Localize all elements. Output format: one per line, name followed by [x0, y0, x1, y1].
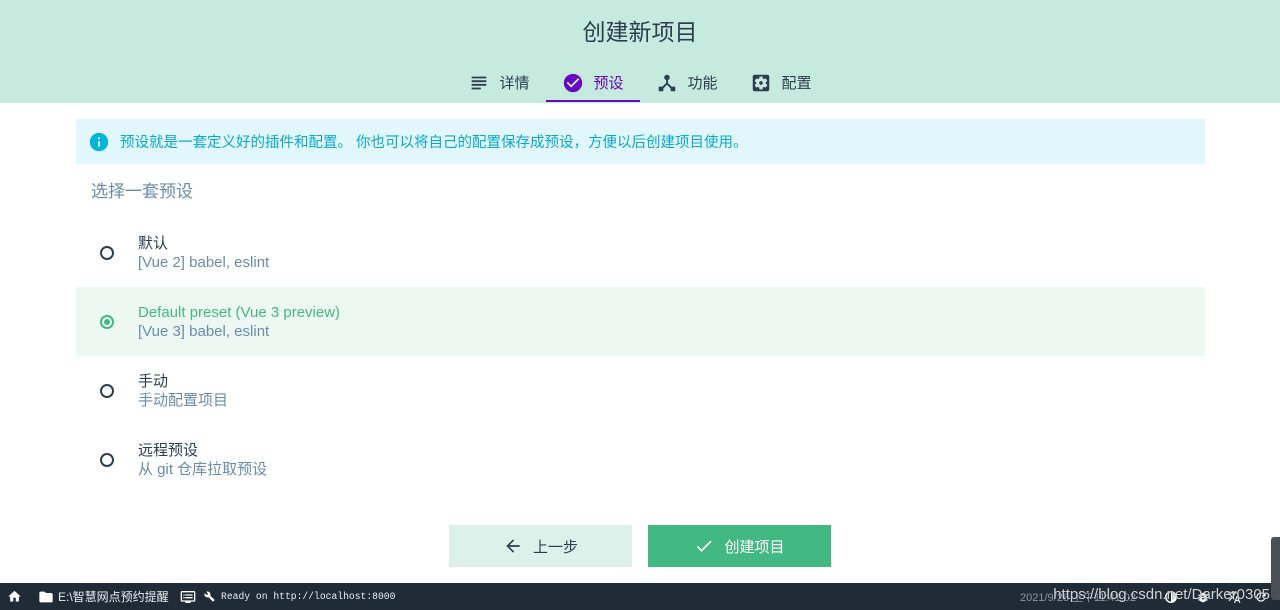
preset-title: 默认 [138, 234, 169, 252]
create-project-button-label: 创建项目 [724, 538, 785, 556]
radio-button[interactable] [100, 245, 114, 260]
status-datetime: 2021/9/28 上午11:41:02 [1020, 591, 1136, 604]
console-icon[interactable] [180, 583, 196, 610]
header: 创建新项目 详情 预设 功能 配置 [0, 0, 1280, 103]
status-bar: E:\智慧网点预约提醒 Ready on http://localhost:80… [0, 583, 1280, 610]
preset-title: Default preset (Vue 3 preview) [138, 303, 341, 321]
tab-label: 功能 [687, 75, 718, 92]
info-banner: 预设就是一套定义好的插件和配置。 你也可以将自己的配置保存成预设，方便以后创建项… [76, 119, 1205, 164]
refresh-icon[interactable] [1254, 583, 1268, 610]
preset-description: [Vue 3] babel, eslint [138, 322, 270, 340]
project-folder-path[interactable]: E:\智慧网点预约提醒 [58, 583, 169, 610]
preset-option-vue3[interactable]: Default preset (Vue 3 preview) [Vue 3] b… [76, 287, 1205, 356]
tab-config[interactable]: 配置 [734, 62, 828, 103]
preset-text: 默认 [Vue 2] babel, eslint [138, 234, 269, 272]
preset-title: 手动 [138, 372, 169, 390]
radio-button[interactable] [100, 383, 114, 398]
preset-description: 手动配置项目 [138, 391, 229, 409]
preset-description: [Vue 2] babel, eslint [138, 253, 270, 271]
subject-icon [468, 72, 490, 94]
preset-title: 远程预设 [138, 441, 199, 459]
tab-presets[interactable]: 预设 [546, 62, 640, 103]
settings-applications-icon [750, 72, 772, 94]
folder-icon[interactable] [38, 583, 54, 610]
arrow-back-icon [503, 536, 523, 556]
preset-description: 从 git 仓库拉取预设 [138, 460, 268, 478]
preset-option-manual[interactable]: 手动 手动配置项目 [76, 356, 1205, 425]
scrollbar-handle[interactable] [1271, 537, 1280, 600]
home-icon[interactable] [7, 583, 22, 610]
preset-list: 默认 [Vue 2] babel, eslint Default preset … [76, 218, 1205, 494]
wrench-icon [204, 583, 215, 610]
step-tabs: 详情 预设 功能 配置 [452, 62, 828, 103]
radio-button[interactable] [100, 452, 114, 467]
back-button[interactable]: 上一步 [449, 525, 632, 567]
preset-option-default[interactable]: 默认 [Vue 2] babel, eslint [76, 218, 1205, 287]
device-hub-icon [656, 72, 678, 94]
preset-text: 手动 手动配置项目 [138, 372, 228, 410]
preset-text: 远程预设 从 git 仓库拉取预设 [138, 441, 267, 479]
check-circle-icon [562, 72, 584, 94]
tab-label: 详情 [499, 75, 530, 92]
create-project-button[interactable]: 创建项目 [648, 525, 831, 567]
page-title: 创建新项目 [582, 19, 698, 45]
check-icon [694, 536, 714, 556]
back-button-label: 上一步 [532, 538, 578, 556]
info-text: 预设就是一套定义好的插件和配置。 你也可以将自己的配置保存成预设，方便以后创建项… [120, 135, 748, 151]
radio-button[interactable] [100, 314, 114, 329]
preset-option-remote[interactable]: 远程预设 从 git 仓库拉取预设 [76, 425, 1205, 494]
tab-details[interactable]: 详情 [452, 62, 546, 103]
last-log-message[interactable]: Ready on http://localhost:8000 [221, 583, 395, 610]
translate-icon[interactable] [1227, 583, 1241, 610]
tab-label: 预设 [593, 75, 624, 92]
contrast-icon[interactable] [1164, 583, 1178, 610]
preset-text: Default preset (Vue 3 preview) [Vue 3] b… [138, 303, 340, 341]
info-icon [88, 131, 110, 153]
section-title: 选择一套预设 [91, 182, 193, 201]
tab-label: 配置 [781, 75, 812, 92]
tab-features[interactable]: 功能 [640, 62, 734, 103]
bug-report-icon[interactable] [1196, 583, 1210, 610]
